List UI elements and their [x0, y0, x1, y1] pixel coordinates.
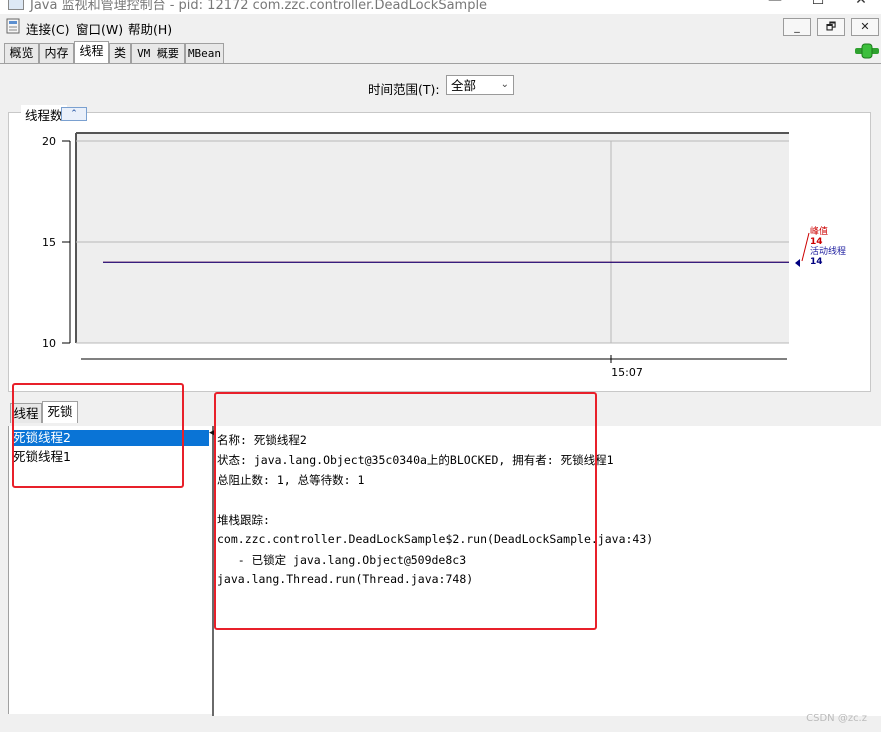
- time-range-value: 全部: [451, 78, 477, 93]
- window-title: Java 监视和管理控制台 - pid: 12172 com.zzc.contr…: [30, 0, 488, 13]
- y-tick-label: 20: [42, 135, 56, 148]
- title-bar: Java 监视和管理控制台 - pid: 12172 com.zzc.contr…: [0, 0, 881, 14]
- tab-classes[interactable]: 类: [109, 43, 131, 63]
- x-tick-label: 15:07: [611, 366, 643, 379]
- y-tick-label: 15: [42, 236, 56, 249]
- legend-live-value: 14: [810, 257, 823, 267]
- minimize-window-button[interactable]: —: [765, 0, 785, 8]
- document-icon: [6, 18, 20, 34]
- chevron-down-icon: ⌄: [500, 79, 509, 90]
- plot-area: [76, 133, 789, 343]
- connection-status-icon: [855, 43, 879, 59]
- legend-peak-label: 峰值: [810, 225, 828, 237]
- y-tick-label: 10: [42, 337, 56, 350]
- java-app-icon: [8, 0, 24, 10]
- legend-peak-value: 14: [810, 237, 823, 247]
- time-range-select[interactable]: 全部 ⌄: [446, 75, 514, 95]
- thread-count-chart: 20 15 10 15:07 峰值 14 活动线程 14: [42, 132, 846, 379]
- menu-window[interactable]: 窗口(W): [76, 19, 123, 38]
- legend-peak-connector: [801, 232, 810, 262]
- menu-help[interactable]: 帮助(H): [128, 19, 172, 38]
- watermark: CSDN @zc.z: [806, 713, 867, 724]
- annotation-box-thread-detail: [214, 392, 597, 630]
- time-range-label: 时间范围(T):: [368, 82, 440, 97]
- main-tab-strip: 概览 内存 线程 类 VM 概要 MBean: [0, 40, 881, 64]
- tab-memory[interactable]: 内存: [39, 43, 74, 63]
- inner-restore-button[interactable]: 🗗: [817, 18, 845, 36]
- tab-overview[interactable]: 概览: [4, 43, 39, 63]
- annotation-box-thread-list: [12, 383, 184, 488]
- menu-connect[interactable]: 连接(C): [26, 19, 69, 38]
- tab-vm-summary[interactable]: VM 概要: [131, 43, 185, 63]
- legend-live-marker: [795, 259, 800, 267]
- thread-count-chart-panel: 线程数 ⌃ 20 15 10 15:07 峰值 14 活动线程 14: [8, 105, 871, 392]
- tab-mbean[interactable]: MBean: [185, 43, 224, 63]
- maximize-window-button[interactable]: ☐: [808, 0, 828, 8]
- inner-minimize-button[interactable]: _: [783, 18, 811, 36]
- menu-bar: 连接(C) 窗口(W) 帮助(H) _ 🗗 ✕: [0, 14, 881, 40]
- legend-live-label: 活动线程: [810, 245, 846, 257]
- close-window-button[interactable]: ✕: [851, 0, 871, 8]
- tab-threads[interactable]: 线程: [74, 41, 109, 63]
- inner-close-button[interactable]: ✕: [851, 18, 879, 36]
